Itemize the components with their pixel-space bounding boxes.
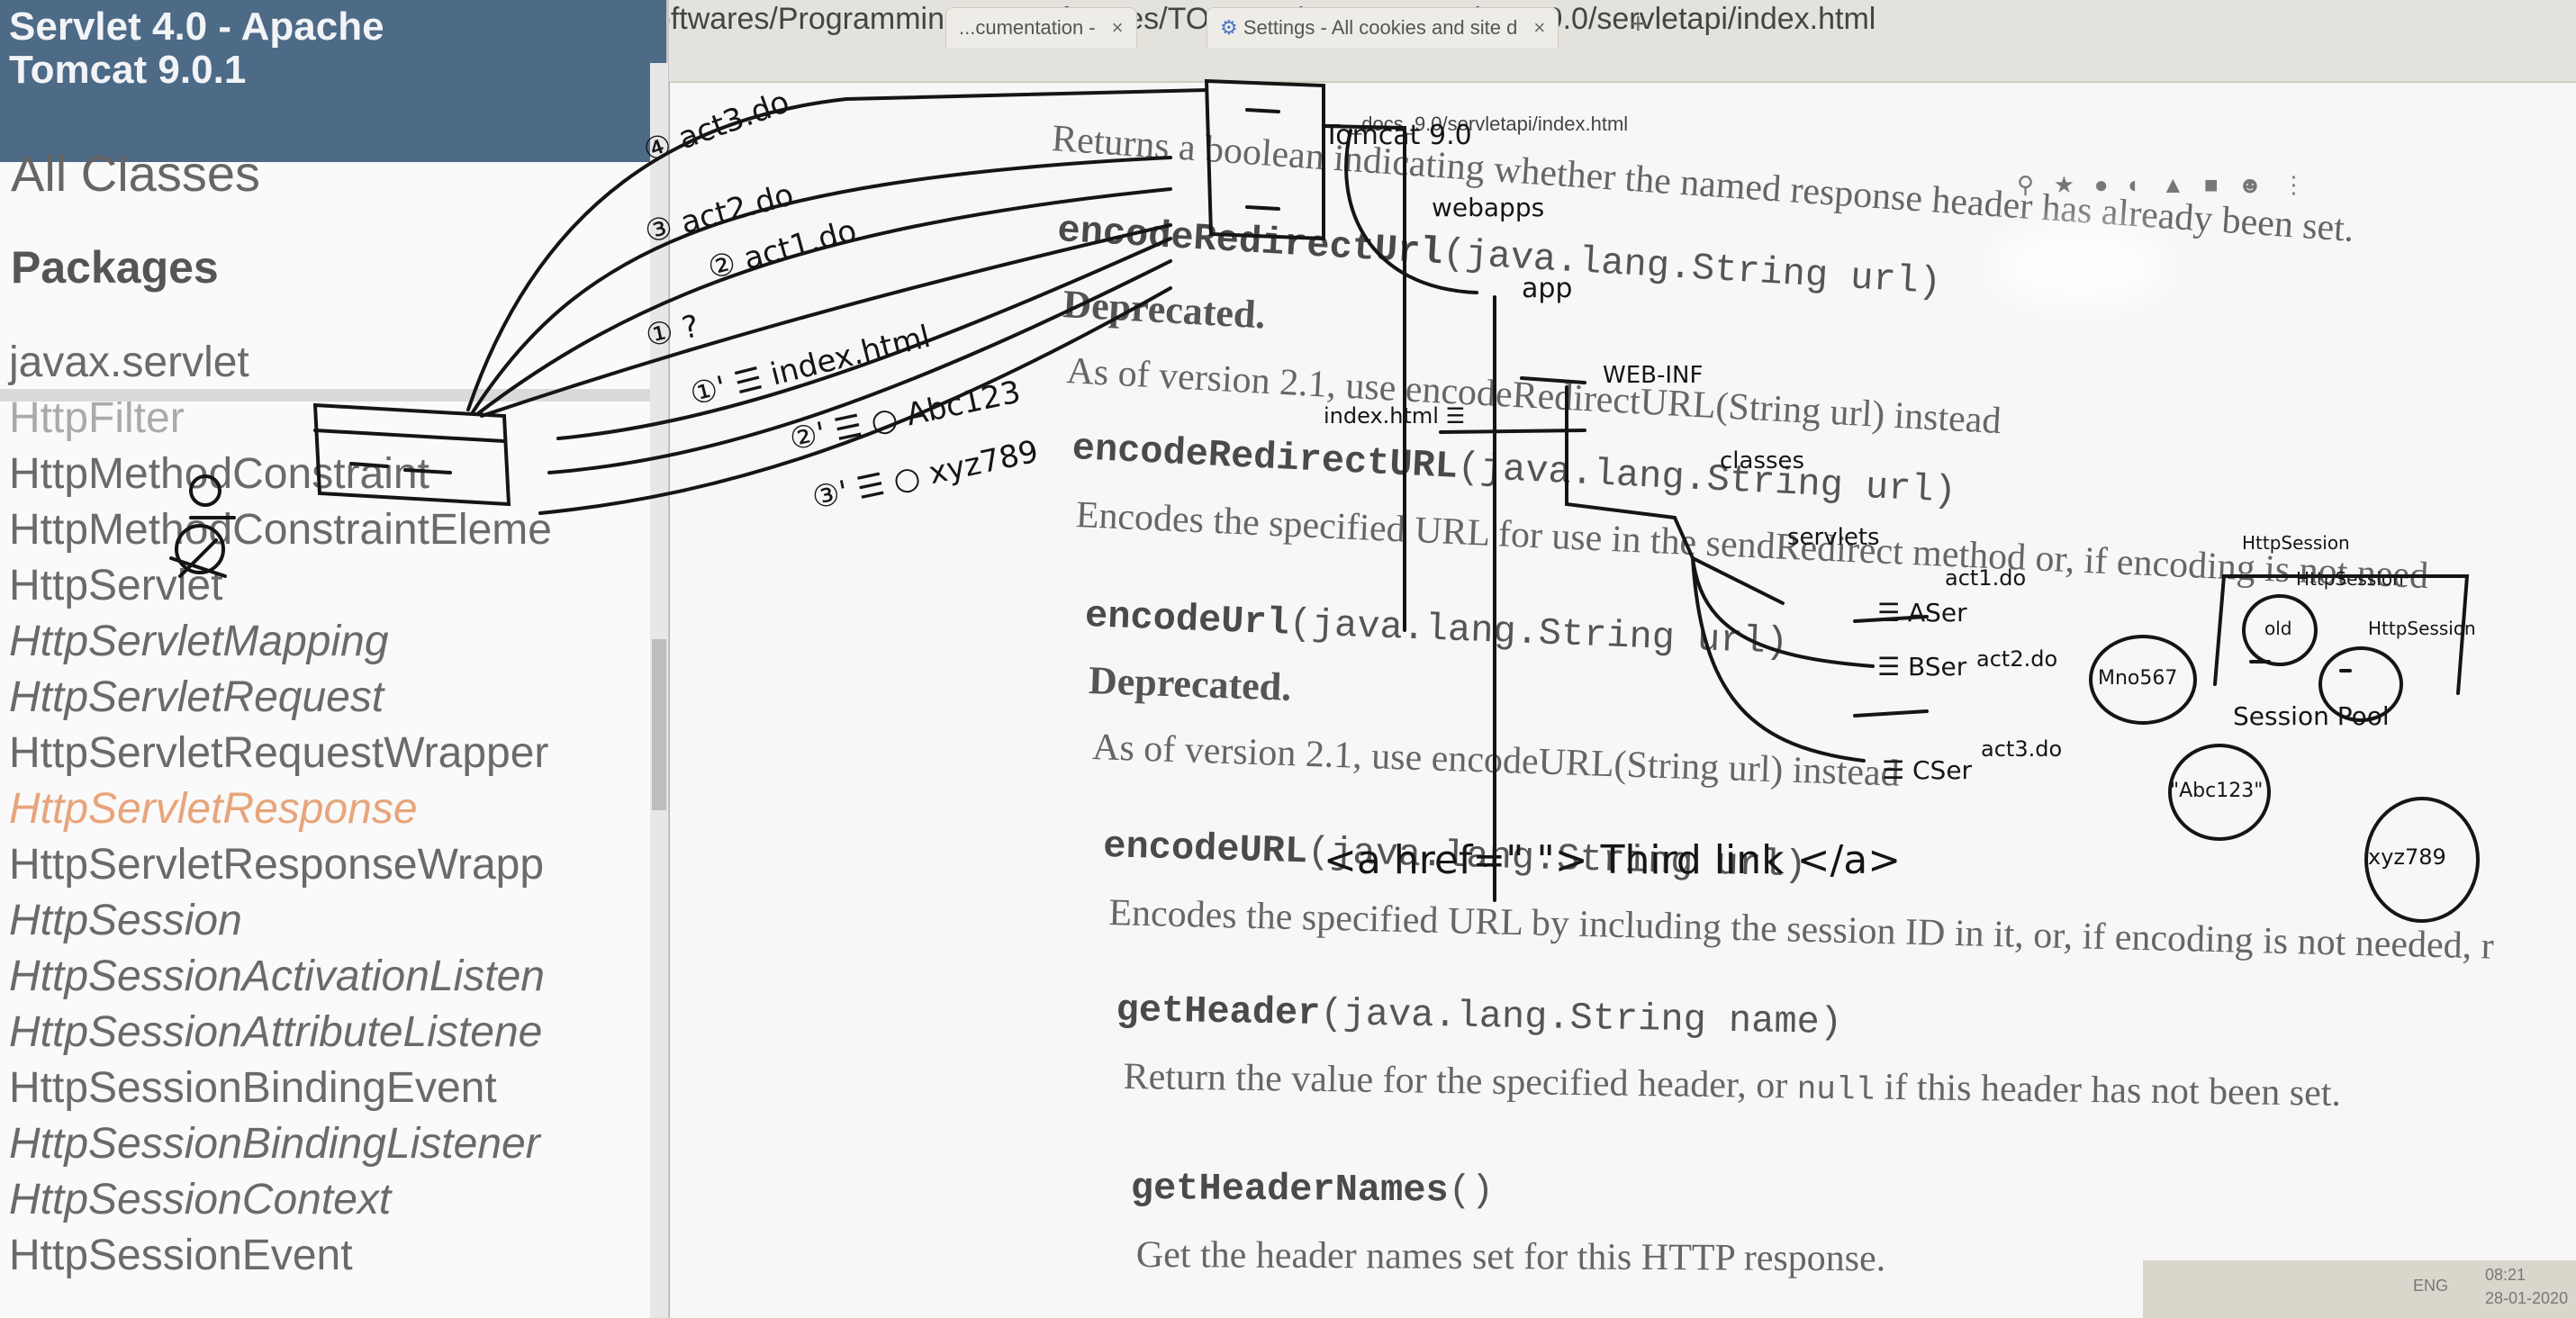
taskbar: ENG 08:21 28-01-2020 [2143,1260,2576,1318]
tab-settings[interactable]: ⚙ Settings - All cookies and site d × [1207,7,1559,48]
class-link[interactable]: HttpSessionAttributeListene [9,1005,552,1061]
gear-icon: ⚙ [1220,16,1238,39]
class-link[interactable]: HttpServletRequest [9,670,552,726]
method-name[interactable]: encodeURL [1103,825,1308,873]
class-link[interactable]: HttpSession [9,893,552,949]
method-args: () [1448,1169,1495,1213]
class-link[interactable]: HttpServletMapping [9,614,552,670]
extension-icon[interactable]: ■ [2204,171,2219,198]
all-classes-heading[interactable]: All Classes [11,144,260,203]
sidebar-header: Servlet 4.0 - Apache Tomcat 9.0.1 [0,0,666,162]
address-path[interactable]: C:/Drives/C/Softwares/Programming%20Soft… [468,2,1876,37]
screen-photo: C:/Drives/C/Softwares/Programming%20Soft… [0,0,2576,1318]
menu-icon[interactable]: ⋮ [2282,171,2305,198]
class-link[interactable]: HttpServlet [9,558,552,614]
close-icon[interactable]: × [1533,16,1545,39]
language-indicator[interactable]: ENG [2413,1277,2448,1295]
packages-heading: Packages [11,242,219,293]
class-link[interactable]: HttpSessionActivationListen [9,949,552,1005]
deprecated-label: Deprecated. [1088,657,1293,709]
clock-time[interactable]: 08:21 [2485,1266,2526,1285]
account-icon[interactable]: ☻ [2237,171,2262,198]
scrollbar-thumb[interactable] [652,639,666,810]
frame-divider[interactable] [0,389,666,402]
class-sidebar: Servlet 4.0 - Apache Tomcat 9.0.1 All Cl… [0,0,669,1318]
method-name[interactable]: getHeader [1116,988,1321,1035]
null-keyword: null [1796,1070,1876,1109]
class-list: javax.servlet HttpFilter HttpMethodConst… [9,335,552,1284]
class-link[interactable]: HttpServletRequestWrapper [9,726,552,781]
class-link[interactable]: HttpSessionBindingListener [9,1116,552,1172]
package-link[interactable]: javax.servlet [9,335,552,391]
class-link[interactable]: HttpServletResponseWrapp [9,837,552,893]
method-args: (java.lang.String name) [1319,991,1843,1045]
class-link[interactable]: HttpSessionBindingEvent [9,1061,552,1116]
method-description: Get the header names set for this HTTP r… [1135,1234,1886,1280]
class-link-selected[interactable]: HttpServletResponse [9,781,552,837]
class-link[interactable]: HttpMethodConstraint [9,447,552,502]
tab-label: ...cumentation - [959,16,1096,39]
url-fragment: _docs_9.0/servletapi/index.html [1351,113,1629,135]
method-name[interactable]: getHeaderNames [1131,1167,1449,1212]
projector-glare [1990,225,2170,306]
tab-documentation[interactable]: ...cumentation - × [945,7,1137,48]
class-link[interactable]: HttpMethodConstraintEleme [9,502,552,558]
clock-date[interactable]: 28-01-2020 [2485,1289,2568,1308]
method-name[interactable]: encodeUrl [1084,594,1290,645]
class-link[interactable]: HttpSessionContext [9,1172,552,1228]
method-signature[interactable]: getHeaderNames() [1131,1167,1495,1213]
doc-title: Servlet 4.0 - Apache Tomcat 9.0.1 [9,5,384,92]
new-tab-button[interactable]: + [1630,7,1647,41]
close-icon[interactable]: × [1112,16,1124,39]
tab-label: Settings - All cookies and site d [1243,16,1518,39]
class-link[interactable]: HttpSessionEvent [9,1228,552,1284]
